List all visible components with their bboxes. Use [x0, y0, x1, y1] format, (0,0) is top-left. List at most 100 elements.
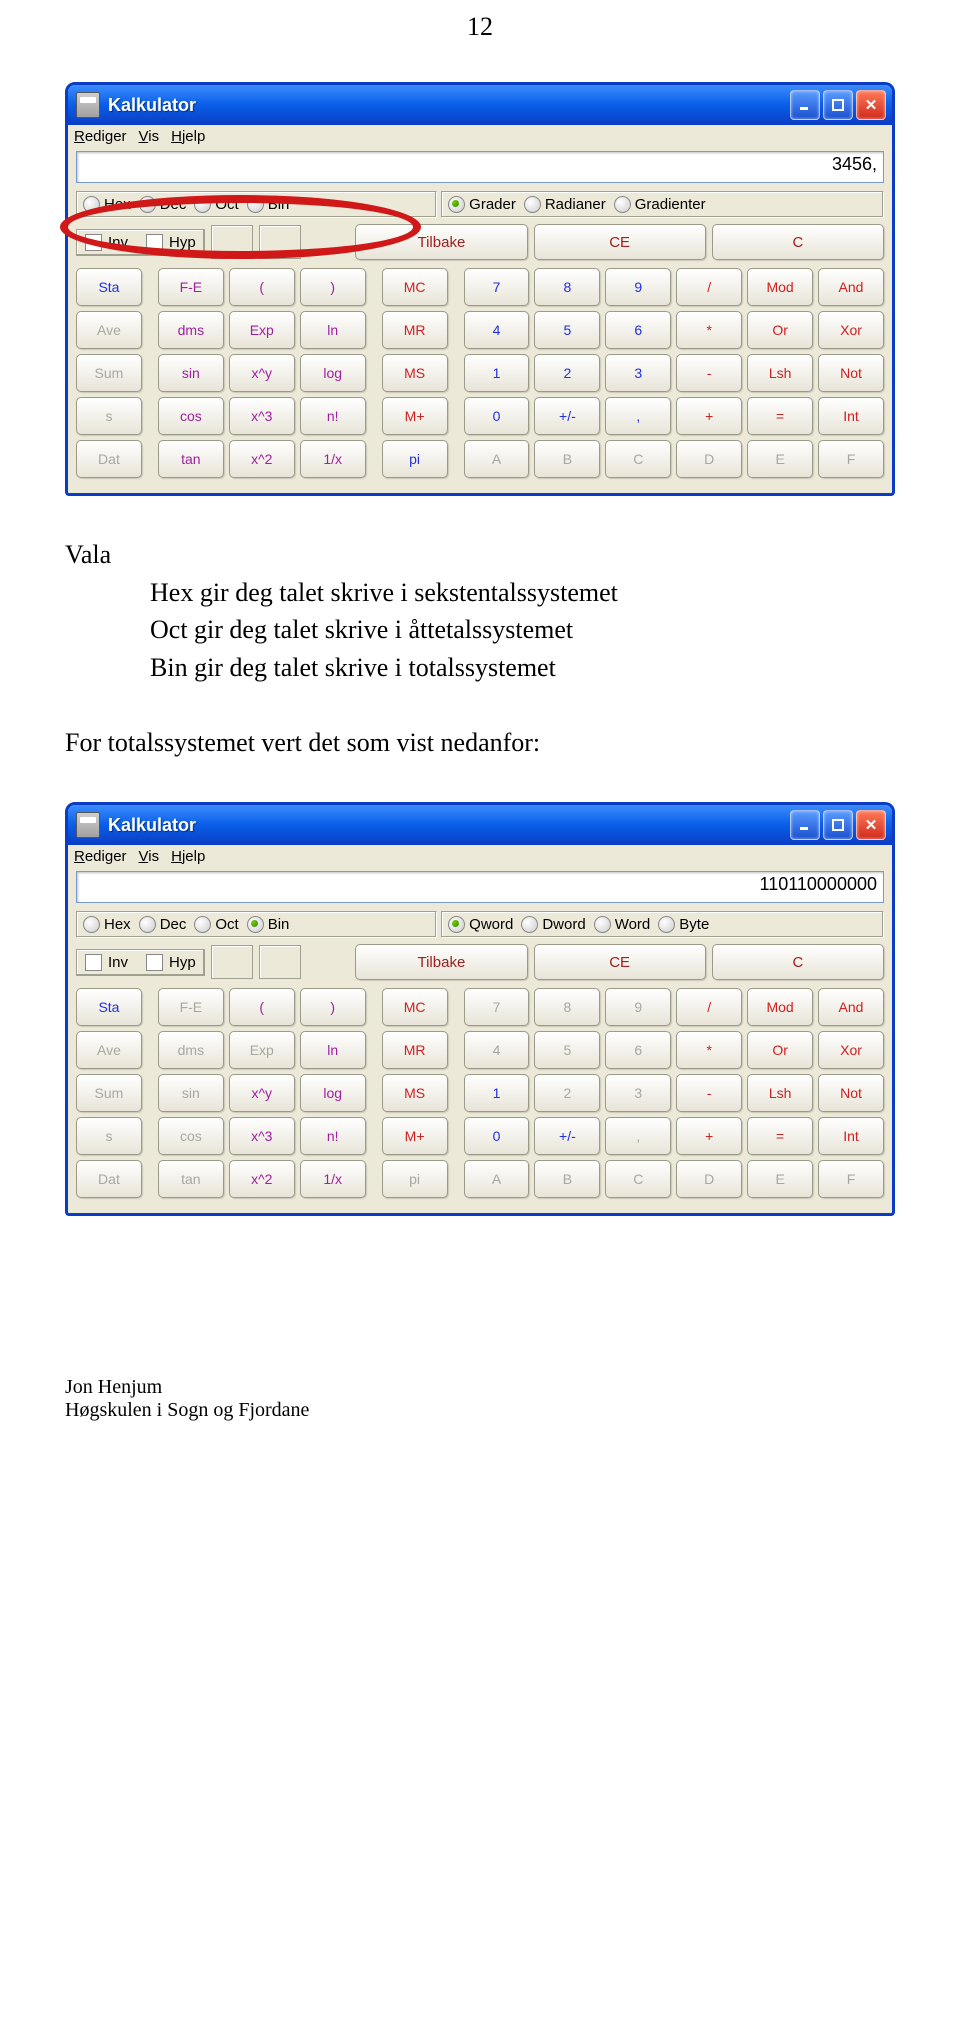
key-log[interactable]: log	[300, 1074, 366, 1112]
key-log[interactable]: log	[300, 354, 366, 392]
key-7[interactable]: 7	[464, 268, 530, 306]
radio-hex[interactable]: Hex	[83, 916, 131, 933]
key-mul[interactable]: *	[676, 1031, 742, 1069]
menu-vis[interactable]: Vis	[139, 848, 160, 865]
close-button[interactable]: ✕	[856, 90, 886, 120]
key-mr[interactable]: MR	[382, 311, 448, 349]
checkbox-inv[interactable]: Inv	[85, 954, 128, 971]
key-xy[interactable]: x^y	[229, 354, 295, 392]
key-xor[interactable]: Xor	[818, 311, 884, 349]
radio-dec[interactable]: Dec	[139, 196, 187, 213]
key-5[interactable]: 5	[534, 311, 600, 349]
key-dms[interactable]: dms	[158, 311, 224, 349]
key-mul[interactable]: *	[676, 311, 742, 349]
key-int[interactable]: Int	[818, 1117, 884, 1155]
key-2[interactable]: 2	[534, 354, 600, 392]
key-nfact[interactable]: n!	[300, 1117, 366, 1155]
key-6[interactable]: 6	[605, 311, 671, 349]
key-ms[interactable]: MS	[382, 354, 448, 392]
radio-dword[interactable]: Dword	[521, 916, 585, 933]
key-comma[interactable]: ,	[605, 397, 671, 435]
key-exp[interactable]: Exp	[229, 311, 295, 349]
key-1[interactable]: 1	[464, 1074, 530, 1112]
key-lsh[interactable]: Lsh	[747, 354, 813, 392]
key-x2[interactable]: x^2	[229, 440, 295, 478]
menu-hjelp[interactable]: Hjelp	[171, 128, 205, 145]
key-add[interactable]: +	[676, 1117, 742, 1155]
c-button[interactable]: C	[712, 224, 884, 260]
radio-bin[interactable]: Bin	[247, 196, 290, 213]
key-sin[interactable]: sin	[158, 354, 224, 392]
key-rparen[interactable]: )	[300, 268, 366, 306]
menu-rediger[interactable]: Rediger	[74, 128, 127, 145]
ce-button[interactable]: CE	[534, 224, 706, 260]
menu-hjelp[interactable]: Hjelp	[171, 848, 205, 865]
close-button[interactable]: ✕	[856, 810, 886, 840]
key-1x[interactable]: 1/x	[300, 1160, 366, 1198]
key-pi[interactable]: pi	[382, 440, 448, 478]
radio-dec[interactable]: Dec	[139, 916, 187, 933]
key-sta[interactable]: Sta	[76, 268, 142, 306]
radio-oct[interactable]: Oct	[194, 196, 238, 213]
radio-gradienter[interactable]: Gradienter	[614, 196, 706, 213]
key-eq[interactable]: =	[747, 1117, 813, 1155]
key-sta[interactable]: Sta	[76, 988, 142, 1026]
key-mc[interactable]: MC	[382, 268, 448, 306]
key-x3[interactable]: x^3	[229, 1117, 295, 1155]
key-mplus[interactable]: M+	[382, 397, 448, 435]
radio-radianer[interactable]: Radianer	[524, 196, 606, 213]
key-sub[interactable]: -	[676, 354, 742, 392]
minimize-button[interactable]	[790, 810, 820, 840]
radio-qword[interactable]: Qword	[448, 916, 513, 933]
key-mr[interactable]: MR	[382, 1031, 448, 1069]
key-div[interactable]: /	[676, 268, 742, 306]
key-div[interactable]: /	[676, 988, 742, 1026]
key-1x[interactable]: 1/x	[300, 440, 366, 478]
key-mc[interactable]: MC	[382, 988, 448, 1026]
key-ln[interactable]: ln	[300, 1031, 366, 1069]
key-cos[interactable]: cos	[158, 397, 224, 435]
key-fe[interactable]: F-E	[158, 268, 224, 306]
maximize-button[interactable]	[823, 810, 853, 840]
menu-vis[interactable]: Vis	[139, 128, 160, 145]
key-or[interactable]: Or	[747, 1031, 813, 1069]
key-nfact[interactable]: n!	[300, 397, 366, 435]
key-1[interactable]: 1	[464, 354, 530, 392]
ce-button[interactable]: CE	[534, 944, 706, 980]
radio-grader[interactable]: Grader	[448, 196, 516, 213]
key-and[interactable]: And	[818, 988, 884, 1026]
key-ln[interactable]: ln	[300, 311, 366, 349]
key-0[interactable]: 0	[464, 397, 530, 435]
key-xy[interactable]: x^y	[229, 1074, 295, 1112]
key-lparen[interactable]: (	[229, 988, 295, 1026]
tilbake-button[interactable]: Tilbake	[355, 944, 527, 980]
key-not[interactable]: Not	[818, 1074, 884, 1112]
checkbox-hyp[interactable]: Hyp	[146, 234, 196, 251]
key-9[interactable]: 9	[605, 268, 671, 306]
key-int[interactable]: Int	[818, 397, 884, 435]
key-eq[interactable]: =	[747, 397, 813, 435]
key-add[interactable]: +	[676, 397, 742, 435]
tilbake-button[interactable]: Tilbake	[355, 224, 527, 260]
key-not[interactable]: Not	[818, 354, 884, 392]
key-lsh[interactable]: Lsh	[747, 1074, 813, 1112]
key-x2[interactable]: x^2	[229, 1160, 295, 1198]
radio-word[interactable]: Word	[594, 916, 651, 933]
key-sign[interactable]: +/-	[534, 1117, 600, 1155]
key-0[interactable]: 0	[464, 1117, 530, 1155]
key-3[interactable]: 3	[605, 354, 671, 392]
c-button[interactable]: C	[712, 944, 884, 980]
key-tan[interactable]: tan	[158, 440, 224, 478]
key-mod[interactable]: Mod	[747, 988, 813, 1026]
radio-oct[interactable]: Oct	[194, 916, 238, 933]
maximize-button[interactable]	[823, 90, 853, 120]
key-and[interactable]: And	[818, 268, 884, 306]
checkbox-inv[interactable]: Inv	[85, 234, 128, 251]
radio-byte[interactable]: Byte	[658, 916, 709, 933]
key-4[interactable]: 4	[464, 311, 530, 349]
key-8[interactable]: 8	[534, 268, 600, 306]
key-xor[interactable]: Xor	[818, 1031, 884, 1069]
key-or[interactable]: Or	[747, 311, 813, 349]
key-x3[interactable]: x^3	[229, 397, 295, 435]
key-ms[interactable]: MS	[382, 1074, 448, 1112]
